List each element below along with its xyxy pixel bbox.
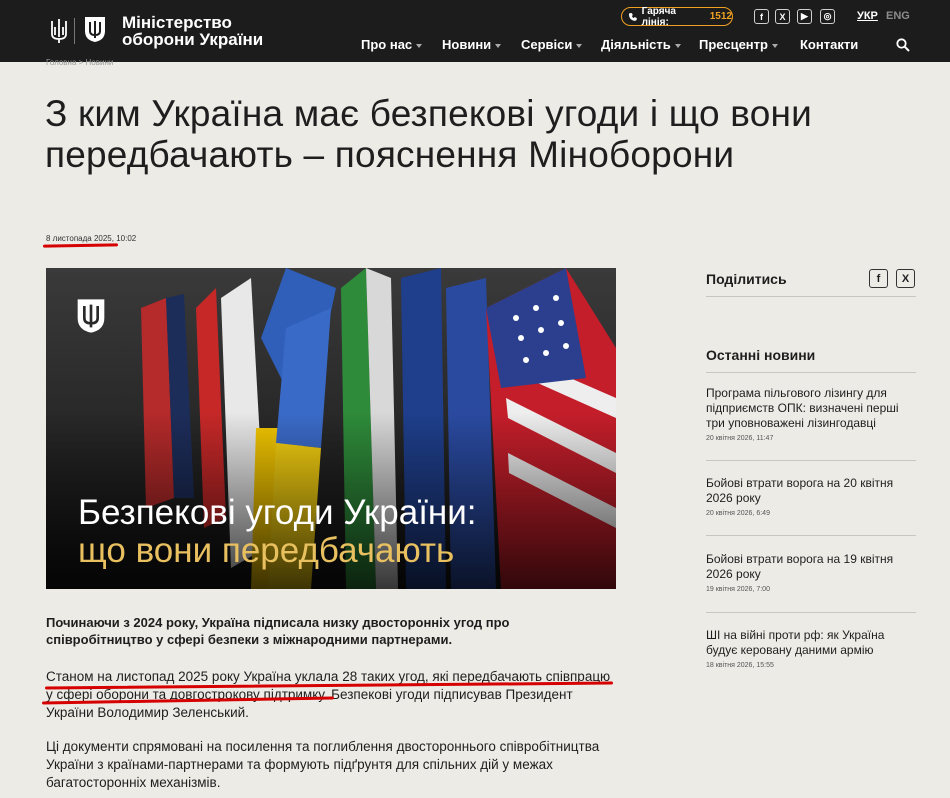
x-icon[interactable]: X (775, 9, 790, 24)
chevron-down-icon (576, 43, 583, 48)
hero-image: Безпекові угоди України: що вони передба… (46, 268, 616, 589)
hero-headline-line-1: Безпекові угоди України: (78, 493, 477, 532)
brand-name[interactable]: Міністерство оборони України (122, 14, 263, 48)
lang-ukr-link[interactable]: УКР (857, 10, 878, 22)
news-item-date: 20 квітня 2026, 6:49 (706, 510, 770, 517)
divider (706, 296, 916, 297)
article-paragraph-2: Ці документи спрямовані на посилення та … (46, 739, 600, 790)
logo-divider (74, 18, 75, 44)
nav-contacts-label: Контакти (800, 37, 859, 52)
brand-line-1: Міністерство (122, 13, 232, 32)
paragraph-line: України Володимир Зеленський. (46, 705, 249, 720)
share-title: Поділитись (706, 271, 787, 287)
phone-icon (628, 12, 637, 21)
nav-about-label: Про нас (361, 37, 413, 52)
nav-activity-label: Діяльність (601, 37, 671, 52)
nav-news[interactable]: Новини (442, 37, 502, 52)
hotline-label: Гаряча лінія: (641, 5, 676, 28)
nav-press-label: Пресцентр (699, 37, 768, 52)
breadcrumb[interactable]: Головна > Новини (46, 58, 113, 66)
site-header: Міністерство оборони України Гаряча ліні… (0, 0, 950, 62)
share-facebook-icon[interactable]: f (869, 269, 888, 288)
news-item-date: 20 квітня 2026, 11:47 (706, 435, 774, 442)
search-icon[interactable] (896, 38, 910, 52)
youtube-icon[interactable]: ▶ (797, 9, 812, 24)
annotation-underline-date (42, 243, 119, 248)
ministry-shield-icon[interactable] (84, 16, 106, 43)
brand-line-2: оборони України (122, 30, 264, 49)
news-item-title[interactable]: Бойові втрати ворога на 19 квітня 2026 р… (706, 552, 916, 582)
chevron-down-icon (771, 43, 778, 48)
coat-of-arms-icon[interactable] (50, 18, 68, 44)
news-item-title[interactable]: Програма пільгового лізингу для підприєм… (706, 386, 916, 431)
chevron-down-icon (495, 43, 502, 48)
nav-contacts[interactable]: Контакти (800, 37, 858, 52)
hero-headline-line-2: що вони передбачають (78, 531, 455, 570)
article-lead: Починаючи з 2024 року, Україна підписала… (46, 615, 510, 647)
news-item[interactable]: ШІ на війні проти рф: як Україна будує к… (706, 628, 916, 669)
divider (706, 535, 916, 536)
news-item[interactable]: Програма пільгового лізингу для підприєм… (706, 386, 916, 442)
ministry-shield-icon (77, 299, 105, 333)
chevron-down-icon (416, 43, 423, 48)
news-item-title[interactable]: Бойові втрати ворога на 20 квітня 2026 р… (706, 476, 916, 506)
nav-press[interactable]: Пресцентр (699, 37, 778, 52)
news-item[interactable]: Бойові втрати ворога на 19 квітня 2026 р… (706, 552, 916, 593)
divider (706, 612, 916, 613)
share-x-icon[interactable]: X (896, 269, 915, 288)
lang-eng-link[interactable]: ENG (886, 10, 910, 22)
nav-activity[interactable]: Діяльність (601, 37, 681, 52)
nav-about[interactable]: Про нас (361, 37, 423, 52)
news-item[interactable]: Бойові втрати ворога на 20 квітня 2026 р… (706, 476, 916, 517)
news-item-date: 19 квітня 2026, 7:00 (706, 586, 770, 593)
article-date: 8 листопада 2025, 10:02 (46, 234, 137, 243)
instagram-icon[interactable]: ◎ (820, 9, 835, 24)
hotline-button[interactable]: Гаряча лінія: 1512 (621, 5, 733, 28)
latest-news-title: Останні новини (706, 347, 816, 363)
chevron-down-icon (674, 43, 681, 48)
divider (706, 372, 916, 373)
divider (706, 460, 916, 461)
facebook-icon[interactable]: f (754, 9, 769, 24)
news-item-date: 18 квітня 2026, 15:55 (706, 662, 774, 669)
nav-news-label: Новини (442, 37, 492, 52)
article-title: З ким Україна має безпекові угоди і що в… (45, 93, 812, 175)
paragraph-text: . Безпекові угоди підписував Президент (323, 687, 573, 702)
nav-services[interactable]: Сервіси (521, 37, 583, 52)
article-paragraph-1: Станом на листопад 2025 року Україна укл… (46, 668, 626, 722)
news-item-title[interactable]: ШІ на війні проти рф: як Україна будує к… (706, 628, 916, 658)
hotline-number: 1512 (709, 11, 732, 22)
nav-services-label: Сервіси (521, 37, 573, 52)
